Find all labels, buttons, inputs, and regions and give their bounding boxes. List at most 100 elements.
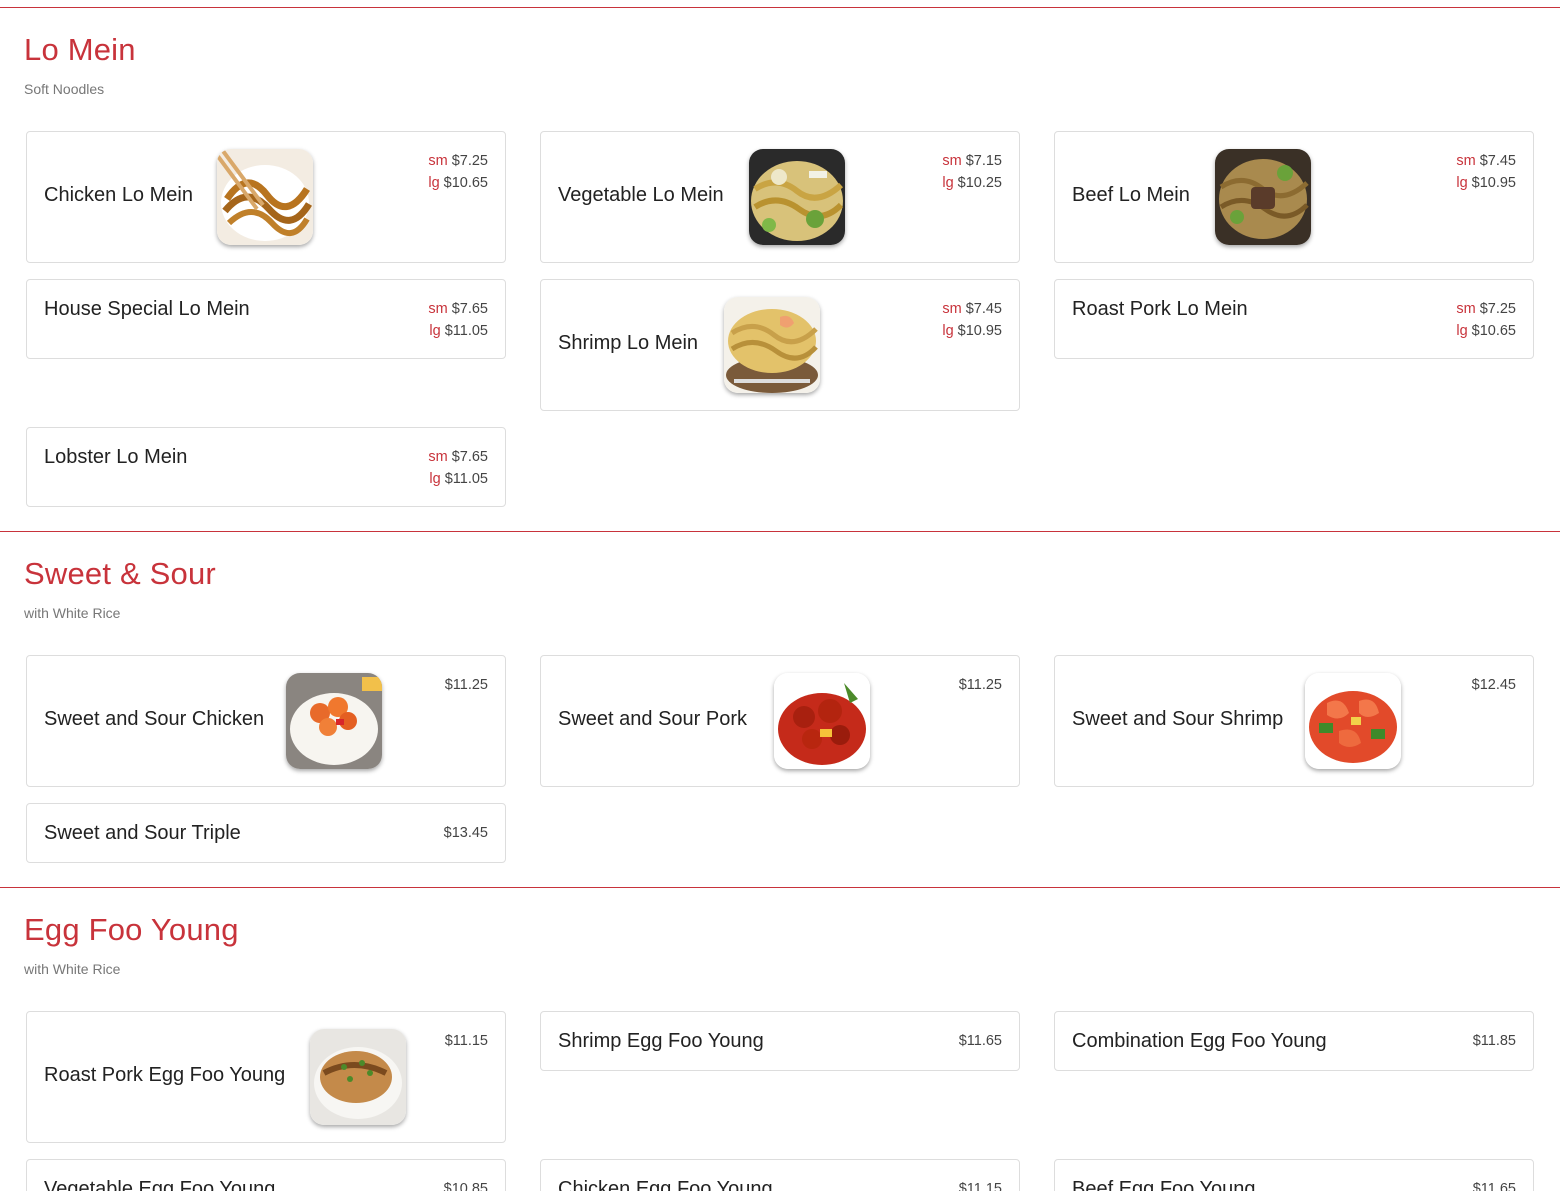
price-small: $7.65 bbox=[451, 449, 488, 465]
menu-item-combination-egg-foo-young[interactable]: Combination Egg Foo Young $11.85 bbox=[1054, 1011, 1534, 1071]
size-large-label: lg bbox=[429, 323, 441, 339]
item-name: Sweet and Sour Shrimp bbox=[1072, 708, 1284, 730]
item-name: Sweet and Sour Triple bbox=[44, 822, 241, 844]
sweet-sour-pork-photo bbox=[774, 673, 870, 769]
item-prices: sm $7.25 lg $10.65 bbox=[1456, 298, 1516, 342]
item-prices: sm $7.45 lg $10.95 bbox=[1456, 150, 1516, 194]
item-prices: $11.25 bbox=[959, 674, 1002, 696]
size-large-label: lg bbox=[1456, 175, 1468, 191]
item-name: Vegetable Lo Mein bbox=[558, 184, 724, 206]
section-title: Lo Mein bbox=[24, 32, 136, 67]
item-prices: $13.45 bbox=[444, 822, 488, 844]
item-prices: sm $7.25 lg $10.65 bbox=[428, 150, 488, 194]
price-large: $11.05 bbox=[444, 471, 488, 487]
item-prices: $10.85 bbox=[444, 1178, 488, 1191]
item-name: Sweet and Sour Chicken bbox=[44, 708, 265, 730]
item-name: Lobster Lo Mein bbox=[44, 446, 188, 468]
egg-foo-young-photo bbox=[310, 1029, 406, 1125]
section-title: Egg Foo Young bbox=[24, 912, 239, 947]
beef-lo-mein-photo bbox=[1215, 149, 1311, 245]
section-title: Sweet & Sour bbox=[24, 556, 216, 591]
menu-item-beef-lo-mein[interactable]: Beef Lo Mein sm $7.45 lg $10.95 bbox=[1054, 131, 1534, 263]
price: $11.15 bbox=[958, 1181, 1002, 1191]
shrimp-lo-mein-photo bbox=[724, 297, 820, 393]
item-prices: $11.85 bbox=[1473, 1030, 1516, 1052]
size-large-label: lg bbox=[1456, 323, 1468, 339]
menu-item-sweet-and-sour-triple[interactable]: Sweet and Sour Triple $13.45 bbox=[26, 803, 506, 863]
price-large: $10.25 bbox=[957, 175, 1002, 191]
item-prices: $11.25 bbox=[445, 674, 488, 696]
section-subtitle: with White Rice bbox=[24, 605, 121, 621]
menu-item-sweet-and-sour-chicken[interactable]: Sweet and Sour Chicken $11.25 bbox=[26, 655, 506, 787]
item-prices: $11.15 bbox=[959, 1178, 1002, 1191]
item-name: Shrimp Egg Foo Young bbox=[558, 1030, 764, 1052]
item-prices: sm $7.45 lg $10.95 bbox=[942, 298, 1002, 342]
size-large-label: lg bbox=[942, 175, 954, 191]
size-large-label: lg bbox=[429, 471, 441, 487]
item-prices: sm $7.65 lg $11.05 bbox=[428, 298, 488, 342]
item-prices: $11.65 bbox=[1473, 1178, 1516, 1191]
item-name: Beef Lo Mein bbox=[1072, 184, 1190, 206]
menu-item-vegetable-lo-mein[interactable]: Vegetable Lo Mein sm $7.15 lg $10.25 bbox=[540, 131, 1020, 263]
item-name: Combination Egg Foo Young bbox=[1072, 1030, 1327, 1052]
price: $11.65 bbox=[958, 1033, 1002, 1049]
price: $12.45 bbox=[1471, 677, 1516, 693]
item-prices: $11.15 bbox=[445, 1030, 488, 1052]
size-small-label: sm bbox=[428, 153, 448, 169]
price: $13.45 bbox=[443, 825, 488, 841]
size-large-label: lg bbox=[428, 175, 440, 191]
price-large: $10.95 bbox=[1471, 175, 1516, 191]
item-name: Beef Egg Foo Young bbox=[1072, 1178, 1256, 1191]
price-large: $11.05 bbox=[444, 323, 488, 339]
price: $11.85 bbox=[1472, 1033, 1516, 1049]
menu-item-sweet-and-sour-pork[interactable]: Sweet and Sour Pork $11.25 bbox=[540, 655, 1020, 787]
menu-item-roast-pork-egg-foo-young[interactable]: Roast Pork Egg Foo Young $11.15 bbox=[26, 1011, 506, 1143]
size-small-label: sm bbox=[1456, 301, 1476, 317]
item-name: Chicken Egg Foo Young bbox=[558, 1178, 773, 1191]
price-small: $7.45 bbox=[965, 301, 1002, 317]
price: $11.25 bbox=[444, 677, 488, 693]
price: $11.15 bbox=[444, 1033, 488, 1049]
price: $11.25 bbox=[958, 677, 1002, 693]
menu-item-chicken-egg-foo-young[interactable]: Chicken Egg Foo Young $11.15 bbox=[540, 1159, 1020, 1191]
price-large: $10.65 bbox=[443, 175, 488, 191]
item-prices: $11.65 bbox=[959, 1030, 1002, 1052]
item-name: Sweet and Sour Pork bbox=[558, 708, 747, 730]
menu-item-sweet-and-sour-shrimp[interactable]: Sweet and Sour Shrimp $12.45 bbox=[1054, 655, 1534, 787]
item-name: Vegetable Egg Foo Young bbox=[44, 1178, 276, 1191]
size-small-label: sm bbox=[428, 449, 448, 465]
price-large: $10.65 bbox=[1471, 323, 1516, 339]
price-small: $7.15 bbox=[965, 153, 1002, 169]
item-name: Shrimp Lo Mein bbox=[558, 332, 699, 354]
size-small-label: sm bbox=[1456, 153, 1476, 169]
item-name: House Special Lo Mein bbox=[44, 298, 250, 320]
size-small-label: sm bbox=[428, 301, 448, 317]
section-subtitle: Soft Noodles bbox=[24, 81, 105, 97]
price-large: $10.95 bbox=[957, 323, 1002, 339]
price-small: $7.45 bbox=[1479, 153, 1516, 169]
chicken-lo-mein-photo bbox=[217, 149, 313, 245]
section-subtitle: with White Rice bbox=[24, 961, 121, 977]
sweet-sour-shrimp-photo bbox=[1305, 673, 1401, 769]
size-large-label: lg bbox=[942, 323, 954, 339]
menu-item-roast-pork-lo-mein[interactable]: Roast Pork Lo Mein sm $7.25 lg $10.65 bbox=[1054, 279, 1534, 359]
menu-item-chicken-lo-mein[interactable]: Chicken Lo Mein sm $7.25 lg $10.65 bbox=[26, 131, 506, 263]
menu-item-shrimp-lo-mein[interactable]: Shrimp Lo Mein sm $7.45 lg $10.95 bbox=[540, 279, 1020, 411]
price: $10.85 bbox=[443, 1181, 488, 1191]
menu-item-beef-egg-foo-young[interactable]: Beef Egg Foo Young $11.65 bbox=[1054, 1159, 1534, 1191]
price: $11.65 bbox=[1472, 1181, 1516, 1191]
price-small: $7.65 bbox=[451, 301, 488, 317]
menu-item-house-special-lo-mein[interactable]: House Special Lo Mein sm $7.65 lg $11.05 bbox=[26, 279, 506, 359]
menu-item-vegetable-egg-foo-young[interactable]: Vegetable Egg Foo Young $10.85 bbox=[26, 1159, 506, 1191]
item-name: Roast Pork Lo Mein bbox=[1072, 298, 1248, 320]
item-prices: $12.45 bbox=[1472, 674, 1516, 696]
vegetable-lo-mein-photo bbox=[749, 149, 845, 245]
size-small-label: sm bbox=[942, 153, 962, 169]
item-name: Roast Pork Egg Foo Young bbox=[44, 1064, 286, 1086]
price-small: $7.25 bbox=[451, 153, 488, 169]
menu-item-shrimp-egg-foo-young[interactable]: Shrimp Egg Foo Young $11.65 bbox=[540, 1011, 1020, 1071]
item-prices: sm $7.15 lg $10.25 bbox=[942, 150, 1002, 194]
menu-item-lobster-lo-mein[interactable]: Lobster Lo Mein sm $7.65 lg $11.05 bbox=[26, 427, 506, 507]
size-small-label: sm bbox=[942, 301, 962, 317]
item-prices: sm $7.65 lg $11.05 bbox=[428, 446, 488, 490]
